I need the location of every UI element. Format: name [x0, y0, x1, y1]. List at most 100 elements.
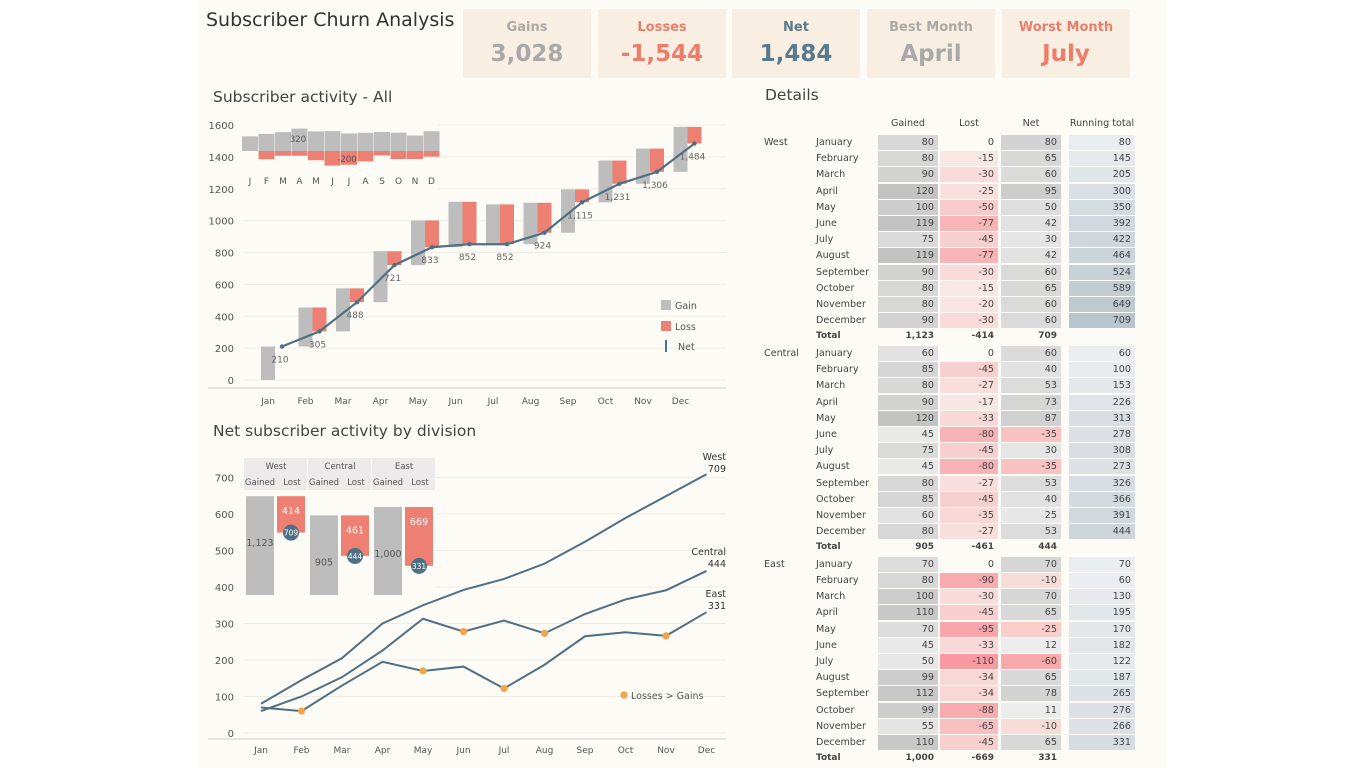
gained-cell: 80	[878, 135, 938, 150]
net-cell: -35	[1001, 426, 1061, 442]
x-tick-label: Jun	[455, 746, 470, 756]
y-tick-label: 800	[215, 249, 234, 260]
lost-cell: -95	[940, 621, 998, 637]
lost-cell: -65	[940, 718, 998, 734]
inset-loss-bar	[390, 151, 407, 160]
y-tick-label: 0	[228, 376, 234, 387]
net-cell: 53	[1001, 475, 1061, 491]
y-tick-label: 0	[228, 729, 234, 740]
inset-month: A	[296, 177, 303, 187]
net-label: 1,231	[605, 193, 631, 203]
net-label: 852	[459, 253, 476, 263]
inset-division-name: West	[266, 462, 288, 472]
x-tick-label: Apr	[375, 746, 391, 756]
gained-cell: 100	[878, 199, 938, 215]
lost-cell: -80	[940, 426, 998, 442]
division-chart[interactable]: 0 100 200 300 400 500 600 700 Jan Feb Mar Apr May Jun…	[206, 446, 730, 768]
inset-gain-bar	[242, 136, 258, 151]
waterfall-title: Subscriber activity - All	[213, 88, 393, 106]
running-total-cell: 265	[1069, 686, 1135, 702]
lost-cell: -27	[940, 475, 998, 491]
net-label: 305	[309, 340, 326, 350]
net-label: 852	[496, 253, 513, 263]
running-total-cell: 130	[1069, 589, 1135, 605]
x-tick-label: Aug	[536, 746, 554, 756]
running-total-cell: 392	[1069, 216, 1135, 231]
lost-cell: -30	[940, 167, 998, 183]
lost-cell: -45	[940, 232, 998, 248]
y-tick-label: 200	[215, 656, 234, 667]
inset-net-label: 331	[412, 562, 427, 571]
x-tick-label: Nov	[634, 397, 652, 407]
inset-loss-bar	[405, 507, 433, 566]
inset-gain-label: 1,000	[374, 549, 401, 560]
waterfall-chart[interactable]: 0 200 400 600 800 1000 1200 1400 1600 Jan Feb Mar Ap…	[206, 112, 730, 412]
month-label: March	[816, 591, 846, 603]
total-gained: 1,000	[905, 753, 934, 764]
net-cell: 70	[1001, 556, 1061, 572]
gained-cell: 45	[878, 637, 938, 653]
dashboard-title: Subscriber Churn Analysis	[206, 9, 455, 31]
x-tick-label: Nov	[657, 746, 675, 756]
legend-label: Loss	[675, 322, 696, 333]
inset-month: D	[428, 177, 435, 187]
net-cell: 73	[1001, 394, 1061, 410]
series-name: East	[706, 589, 727, 600]
month-label: September	[816, 688, 870, 700]
kpi-net: Net 1,484	[732, 9, 860, 78]
running-total-cell: 122	[1069, 654, 1135, 669]
gained-cell: 70	[878, 556, 938, 572]
month-label: August	[816, 672, 850, 684]
legend-label: Losses > Gains	[631, 691, 703, 702]
net-point	[617, 181, 622, 187]
net-cell: 25	[1001, 507, 1061, 523]
net-label: 210	[271, 356, 288, 366]
x-tick-label: Jan	[260, 397, 275, 407]
net-cell: 65	[1001, 605, 1061, 621]
net-cell: 42	[1001, 216, 1061, 231]
dashboard: Subscriber Churn Analysis Gains 3,028 Loss…	[198, 0, 1167, 768]
inset-division-name: East	[395, 462, 414, 472]
gained-cell: 120	[878, 183, 938, 199]
net-point	[429, 245, 435, 250]
inset-loss-bar	[308, 151, 324, 161]
gain-bar	[486, 204, 500, 245]
month-label: March	[816, 380, 846, 392]
series-end-value: 444	[708, 559, 726, 570]
month-label: November	[816, 509, 866, 521]
running-total-cell: 60	[1069, 573, 1135, 588]
inset-gain-bar	[407, 135, 423, 151]
net-cell: -60	[1001, 654, 1061, 669]
series-name: Central	[691, 547, 726, 558]
gained-cell: 45	[878, 459, 938, 475]
running-total-cell: 195	[1069, 605, 1135, 621]
lost-cell: -50	[940, 199, 998, 215]
net-cell: 65	[1001, 151, 1061, 167]
lost-cell: -30	[940, 589, 998, 605]
net-cell: 12	[1001, 637, 1061, 653]
x-tick-label: Dec	[672, 397, 689, 407]
gained-cell: 112	[878, 686, 938, 702]
inset-month: J	[330, 177, 334, 187]
y-tick-label: 1200	[209, 185, 234, 196]
lost-cell: -110	[940, 654, 998, 669]
lost-cell: -90	[940, 573, 998, 588]
lost-cell: -77	[940, 248, 998, 264]
gained-cell: 119	[878, 216, 938, 231]
loss-bar	[500, 204, 514, 245]
kpi-value: -1,544	[620, 41, 704, 67]
month-label: February	[816, 575, 859, 586]
month-label: September	[816, 477, 870, 489]
legend-swatch	[661, 300, 671, 310]
gained-cell: 110	[878, 605, 938, 621]
column-header: Lost	[959, 118, 979, 129]
net-cell: 30	[1001, 443, 1061, 459]
x-tick-label: Feb	[298, 397, 314, 407]
lost-cell: -34	[940, 670, 998, 686]
kpi-losses: Losses -1,544	[598, 9, 726, 78]
kpi-value: April	[900, 41, 962, 67]
inset-loss-bar	[275, 151, 291, 156]
running-total-cell: 649	[1069, 297, 1135, 312]
inset-loss-bar	[258, 151, 275, 160]
inset-gain-bar	[390, 132, 407, 151]
